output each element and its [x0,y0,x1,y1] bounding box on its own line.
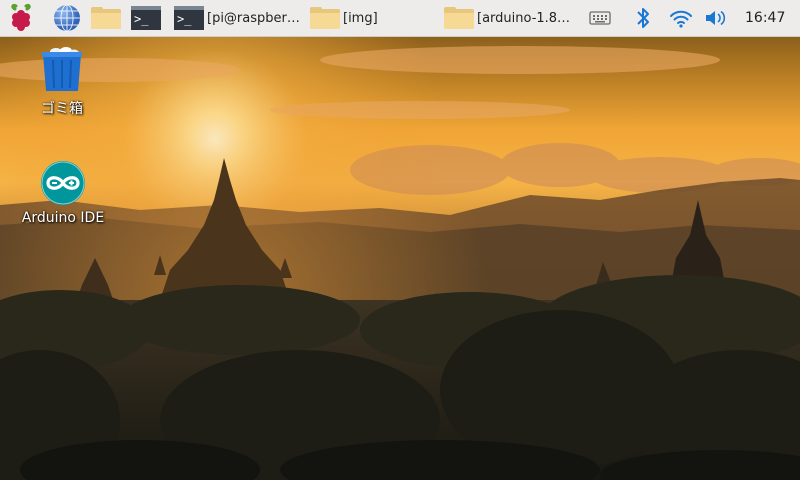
clock[interactable]: 16:47 [745,0,785,36]
task-arduino-folder[interactable]: [arduino-1.8… [444,3,576,33]
arduino-icon [41,161,85,205]
trash-desktop-icon[interactable]: ゴミ箱 [20,44,104,118]
wifi-button[interactable] [666,0,696,36]
terminal-icon: >_ [174,6,204,30]
task-label: [arduino-1.8… [477,10,571,26]
wifi-icon [670,10,692,28]
bluetooth-icon [637,8,649,28]
taskbar: >_ >_ [pi@raspber… [img] [arduino-1.8… 1… [0,0,800,37]
task-label: [pi@raspber… [207,10,300,26]
task-label: [img] [343,10,378,26]
desktop-icon-label: ゴミ箱 [41,101,83,117]
desktop-wallpaper [0,0,800,480]
terminal-launcher-button[interactable]: >_ [128,0,164,36]
keyboard-icon [589,11,611,25]
file-manager-button[interactable] [88,0,124,36]
bluetooth-button[interactable] [630,0,656,36]
desktop-icon-label: Arduino IDE [21,210,105,226]
arduino-ide-desktop-icon[interactable]: Arduino IDE [18,160,108,226]
keyboard-button[interactable] [585,0,615,36]
volume-button[interactable] [702,0,730,36]
volume-icon [706,10,726,26]
task-img-folder[interactable]: [img] [310,3,440,33]
folder-icon [310,7,340,29]
web-browser-button[interactable] [50,0,84,36]
terminal-icon: >_ [131,6,161,30]
file-manager-icon [91,7,121,29]
trash-icon [42,47,82,91]
raspberry-menu-icon [11,3,31,31]
raspberry-menu-button[interactable] [4,0,38,36]
folder-icon [444,7,474,29]
task-terminal[interactable]: >_ [pi@raspber… [174,3,304,33]
web-browser-icon [54,4,80,32]
